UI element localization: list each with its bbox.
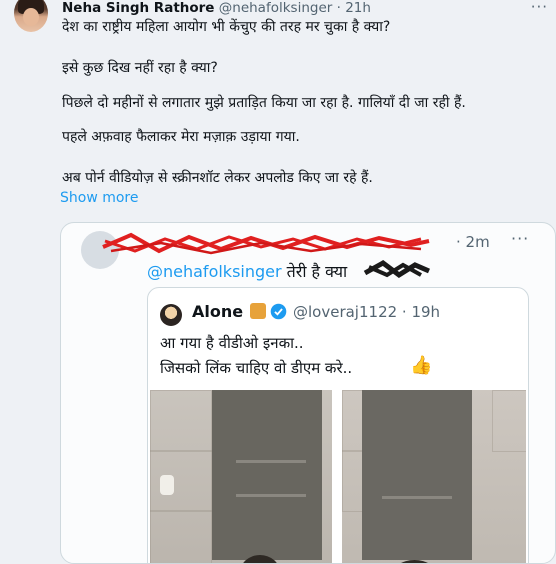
tiger-emoji-icon [250,303,266,319]
tweet-time[interactable]: 21h [345,0,371,16]
show-more-link[interactable]: Show more [60,190,139,206]
card-reply-text: तेरी है क्या [286,262,348,281]
tweet-line-3: पिछले दो महीनों से लगातार मुझे प्रताड़ित… [62,95,466,111]
verified-badge-icon [270,303,287,320]
more-options-icon[interactable]: ··· [531,0,548,16]
tweet-line-1: देश का राष्ट्रीय महिला आयोग भी केंचुए की… [62,19,391,35]
author-handle[interactable]: @nehafolksinger [219,0,333,16]
quoted-avatar [160,304,182,326]
quoted-image-1 [150,390,332,563]
author-avatar[interactable] [14,0,48,32]
quoted-line-2: जिसको लिंक चाहिए वो डीएम करे.. [160,359,353,377]
embedded-image-card[interactable]: · 2m ··· @nehafolksinger तेरी है क्या Al… [60,222,556,564]
red-scribble-redaction [102,232,430,255]
author-name[interactable]: Neha Singh Rathore [62,0,214,16]
card-mention: @nehafolksinger [147,262,282,281]
tweet-line-4: पहले अफ़वाह फैलाकर मेरा मज़ाक़ उड़ाया गय… [62,129,300,145]
tweet-header: Neha Singh Rathore @nehafolksinger · 21h [62,0,371,16]
card-time: · 2m [456,233,490,251]
tweet-line-5: अब पोर्न वीडियोज़ से स्क्रीनशॉट लेकर अपल… [62,170,373,186]
quoted-image-2 [342,390,526,563]
quoted-tweet: Alone @loveraj1122 · 19h आ गया है वीडीओ … [147,287,529,563]
card-reply-line: @nehafolksinger तेरी है क्या [147,260,347,282]
quoted-line-1: आ गया है वीडीओ इनका.. [160,334,304,352]
thumbs-up-emoji: 👍 [410,355,433,376]
quoted-handle-time: @loveraj1122 · 19h [293,303,441,321]
card-more-icon: ··· [511,229,530,248]
quoted-name: Alone [192,302,244,321]
black-scribble-redaction [363,260,430,279]
tweet-line-2: इसे कुछ दिख नहीं रहा है क्या? [62,60,218,76]
